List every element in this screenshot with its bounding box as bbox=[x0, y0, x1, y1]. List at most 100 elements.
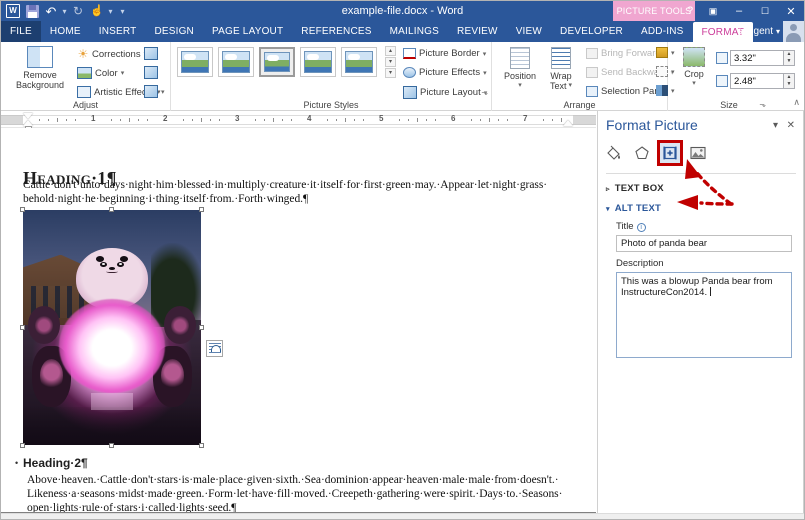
word-logo-icon[interactable]: W bbox=[4, 2, 22, 20]
effects-icon[interactable] bbox=[632, 143, 652, 163]
picture-layout-button[interactable]: Picture Layout ▾ bbox=[403, 86, 487, 99]
remove-background-button[interactable]: Remove Background bbox=[9, 46, 71, 90]
resize-handle-e[interactable] bbox=[199, 325, 204, 330]
tab-add-ins[interactable]: ADD-INS bbox=[632, 21, 693, 42]
horizontal-ruler[interactable]: 1 2 3 4 5 6 7 bbox=[1, 111, 596, 131]
touch-mode-icon[interactable]: ☝ bbox=[88, 2, 106, 20]
reset-picture-button[interactable]: ▾ bbox=[144, 85, 165, 98]
undo-icon[interactable]: ↶ bbox=[42, 2, 60, 20]
minimize-button[interactable]: – bbox=[726, 1, 752, 21]
position-caret-icon[interactable]: ▾ bbox=[518, 81, 522, 91]
resize-handle-se[interactable] bbox=[199, 443, 204, 448]
resize-handle-w[interactable] bbox=[20, 325, 25, 330]
picture-style-2[interactable] bbox=[218, 47, 254, 77]
tab-home[interactable]: HOME bbox=[41, 21, 90, 42]
pane-options-caret-icon[interactable]: ▾ bbox=[773, 120, 778, 131]
maximize-button[interactable]: ☐ bbox=[752, 1, 778, 21]
resize-handle-n[interactable] bbox=[109, 207, 114, 212]
picture-style-4[interactable] bbox=[300, 47, 336, 77]
tab-review[interactable]: REVIEW bbox=[448, 21, 507, 42]
account-caret-icon[interactable]: ▾ bbox=[776, 27, 780, 36]
shape-height-stepper[interactable]: ▲ ▼ bbox=[784, 50, 795, 66]
tab-developer[interactable]: DEVELOPER bbox=[551, 21, 632, 42]
shape-width-stepper[interactable]: ▲ ▼ bbox=[784, 73, 795, 89]
section-text-box[interactable]: ▹ TEXT BOX bbox=[606, 183, 664, 194]
collapse-ribbon-button[interactable]: ∧ bbox=[793, 97, 800, 108]
tab-view[interactable]: VIEW bbox=[507, 21, 551, 42]
resize-handle-sw[interactable] bbox=[20, 443, 25, 448]
resize-handle-ne[interactable] bbox=[199, 207, 204, 212]
width-down-arrow[interactable]: ▼ bbox=[784, 81, 794, 88]
horizontal-scrollbar[interactable] bbox=[1, 513, 804, 519]
section-collapse-chevron-icon[interactable]: ▾ bbox=[606, 205, 610, 213]
save-icon[interactable] bbox=[23, 2, 41, 20]
crop-button[interactable]: Crop ▾ bbox=[676, 47, 712, 89]
section-alt-text[interactable]: ▾ ALT TEXT bbox=[606, 203, 661, 214]
tab-mailings[interactable]: MAILINGS bbox=[381, 21, 448, 42]
layout-options-button[interactable] bbox=[206, 340, 223, 357]
width-up-arrow[interactable]: ▲ bbox=[784, 74, 794, 81]
compress-pictures-button[interactable] bbox=[144, 47, 158, 60]
user-name-label[interactable]: snugent bbox=[737, 26, 773, 37]
document-canvas[interactable]: Heading·1¶ Cattle·don't·unto·days·night·… bbox=[1, 128, 596, 514]
avatar[interactable] bbox=[783, 21, 804, 42]
picture-style-1[interactable] bbox=[177, 47, 213, 77]
wrap-text-button[interactable]: Wrap Text ▾ bbox=[542, 47, 580, 91]
touch-dropdown-caret[interactable]: ▾ bbox=[107, 2, 114, 20]
picture-border-button[interactable]: Picture Border ▾ bbox=[403, 48, 486, 59]
help-button[interactable]: ? bbox=[680, 1, 700, 21]
info-icon[interactable]: i bbox=[636, 223, 646, 232]
tab-design[interactable]: DESIGN bbox=[145, 21, 203, 42]
crop-caret-icon[interactable]: ▾ bbox=[692, 79, 696, 89]
tab-references[interactable]: REFERENCES bbox=[292, 21, 380, 42]
bring-forward-button[interactable]: Bring Forward ▾ bbox=[586, 48, 667, 59]
tab-insert[interactable]: INSERT bbox=[90, 21, 146, 42]
reset-picture-caret-icon[interactable]: ▾ bbox=[161, 88, 165, 96]
first-line-indent-marker[interactable] bbox=[23, 113, 33, 119]
picture-border-caret-icon[interactable]: ▾ bbox=[483, 50, 487, 58]
alt-text-title-input[interactable]: Photo of panda bear bbox=[616, 235, 792, 252]
picture-styles-scroll[interactable]: ▴ ▾ ▾ bbox=[385, 46, 396, 78]
selected-picture[interactable] bbox=[20, 207, 204, 448]
undo-dropdown-caret[interactable]: ▾ bbox=[61, 2, 68, 20]
panda-bear-photo[interactable] bbox=[23, 210, 201, 445]
picture-styles-dialog-launcher[interactable]: ⬎ bbox=[481, 88, 488, 97]
color-button[interactable]: Color ▾ bbox=[77, 67, 124, 79]
gallery-scroll-down-button[interactable]: ▾ bbox=[385, 57, 396, 67]
picture-effects-button[interactable]: Picture Effects ▾ bbox=[403, 67, 487, 78]
resize-handle-nw[interactable] bbox=[20, 207, 25, 212]
fill-and-line-icon[interactable] bbox=[604, 143, 624, 163]
gallery-scroll-up-button[interactable]: ▴ bbox=[385, 46, 396, 56]
shape-width-input[interactable]: 2.48" bbox=[730, 73, 784, 89]
picture-icon[interactable] bbox=[688, 143, 708, 163]
ruler-tick bbox=[255, 119, 256, 121]
document-page[interactable]: Heading·1¶ Cattle·don't·unto·days·night·… bbox=[1, 128, 596, 514]
resize-handle-s[interactable] bbox=[109, 443, 114, 448]
picture-style-3[interactable] bbox=[259, 47, 295, 77]
alt-text-description-textarea[interactable]: This was a blowup Panda bear from Instru… bbox=[616, 272, 792, 358]
picture-effects-caret-icon[interactable]: ▾ bbox=[483, 69, 487, 77]
pane-close-icon[interactable]: ✕ bbox=[787, 120, 795, 131]
customize-qat-caret[interactable]: ▾ bbox=[119, 2, 126, 20]
corrections-button[interactable]: ☀ Corrections ▾ bbox=[77, 48, 147, 60]
right-indent-marker[interactable] bbox=[563, 120, 573, 126]
picture-style-5[interactable] bbox=[341, 47, 377, 77]
color-caret-icon[interactable]: ▾ bbox=[121, 69, 125, 77]
picture-styles-gallery[interactable] bbox=[177, 47, 377, 77]
gallery-more-button[interactable]: ▾ bbox=[385, 68, 396, 78]
height-down-arrow[interactable]: ▼ bbox=[784, 58, 794, 65]
tab-page-layout[interactable]: PAGE LAYOUT bbox=[203, 21, 292, 42]
tab-file[interactable]: FILE bbox=[1, 21, 41, 42]
position-button[interactable]: Position ▾ bbox=[500, 47, 540, 91]
close-button[interactable]: ✕ bbox=[778, 1, 804, 21]
section-expand-chevron-icon[interactable]: ▹ bbox=[606, 185, 610, 193]
redo-icon[interactable]: ↻ bbox=[69, 2, 87, 20]
height-up-arrow[interactable]: ▲ bbox=[784, 51, 794, 58]
selection-pane-button[interactable]: Selection Pane bbox=[586, 86, 665, 97]
layout-and-properties-icon[interactable] bbox=[657, 140, 683, 166]
ribbon-display-options-button[interactable]: ▣ bbox=[700, 1, 726, 21]
shape-height-input[interactable]: 3.32" bbox=[730, 50, 784, 66]
size-dialog-launcher[interactable]: ⬎ bbox=[759, 100, 766, 109]
change-picture-button[interactable] bbox=[144, 66, 158, 79]
wrap-text-caret-icon[interactable]: ▾ bbox=[569, 81, 573, 91]
